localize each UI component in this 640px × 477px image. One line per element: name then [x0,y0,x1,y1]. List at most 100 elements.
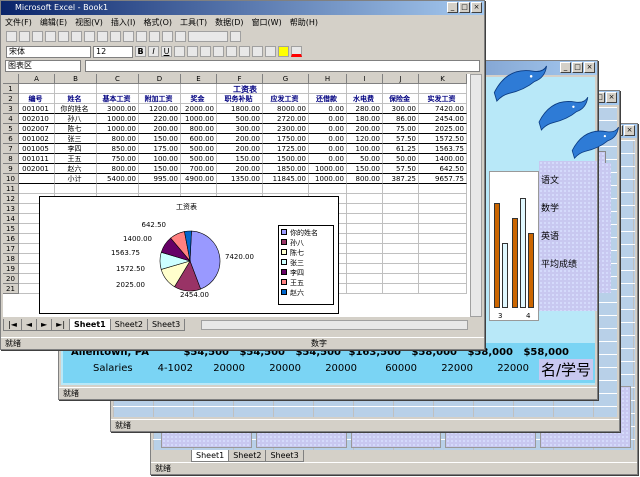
italic-button[interactable]: I [148,46,159,57]
sheet-cell[interactable]: 0.00 [309,144,347,154]
sheet-cell[interactable]: 300.00 [217,124,263,134]
row-header[interactable]: 3 [3,104,19,114]
new-icon[interactable] [6,31,17,42]
chart-object[interactable]: 工资表 7420.00 2454.00 2025.00 1572.50 1563.75 1… [39,196,339,314]
column-header[interactable]: A [19,74,55,84]
sheet-cell[interactable]: 800.00 [181,124,217,134]
row-header[interactable]: 7 [3,144,19,154]
sheet-cell[interactable] [139,84,181,94]
sheet-cell[interactable]: 200.00 [217,144,263,154]
name-box[interactable]: 图表区 [5,60,81,72]
sheet-cell[interactable]: 11845.00 [263,174,309,184]
sheet-cell[interactable]: 水电费 [347,94,383,104]
sheet-cell[interactable]: 还借款 [309,94,347,104]
sheet-cell[interactable]: 002001 [19,164,55,174]
column-header[interactable]: H [309,74,347,84]
sheet-cell[interactable]: 600.00 [181,134,217,144]
worksheet[interactable]: A B C D E F G H I J K 1 2 编号 姓名 基本工资 附加工资 奖金 职务… [3,74,471,317]
sheet-cell[interactable] [419,204,467,214]
sheet-cell[interactable]: 7420.00 [419,104,467,114]
sheet-cell[interactable] [419,254,467,264]
sheet-cell[interactable]: 500.00 [181,144,217,154]
sheet-cell[interactable]: 姓名 [55,94,97,104]
sheet-cell[interactable]: 001005 [19,144,55,154]
sheet-cell[interactable]: 奖金 [181,94,217,104]
row-header[interactable]: 9 [3,164,19,174]
sheet-cell[interactable] [19,184,55,194]
sheet-cell[interactable] [383,244,419,254]
sheet-cell[interactable]: 150.00 [139,164,181,174]
tab-sheet3[interactable]: Sheet3 [146,319,186,331]
help-icon[interactable] [230,31,241,42]
sheet-cell[interactable] [383,234,419,244]
sheet-cell[interactable]: 王五 [55,154,97,164]
sheet-cell[interactable]: 200.00 [217,134,263,144]
row-header[interactable]: 20 [3,274,19,284]
sheet-cell[interactable] [347,184,383,194]
sheet-cell[interactable]: 002010 [19,114,55,124]
sheet-cell[interactable]: 500.00 [217,114,263,124]
row-header[interactable]: 16 [3,234,19,244]
align-left-icon[interactable] [174,46,185,57]
sheet-cell[interactable]: 800.00 [97,164,139,174]
align-center-icon[interactable] [187,46,198,57]
sheet-cell[interactable]: 100.00 [139,154,181,164]
copy-icon[interactable] [97,31,108,42]
sheet-cell[interactable]: 86.00 [383,114,419,124]
sheet-cell[interactable]: 75.00 [383,124,419,134]
cut-icon[interactable] [84,31,95,42]
sheet-cell[interactable] [383,254,419,264]
row-header[interactable]: 12 [3,194,19,204]
sheet-cell[interactable]: 3000.00 [97,104,139,114]
menu-insert[interactable]: 插入(I) [111,17,136,28]
sheet-cell[interactable] [309,84,347,94]
sheet-cell[interactable]: 57.50 [383,164,419,174]
sheet-cell[interactable] [383,84,419,94]
sheet-cell[interactable]: 1800.00 [217,104,263,114]
sheet-cell[interactable] [419,234,467,244]
sheet-cell[interactable]: 0.00 [309,154,347,164]
sheet-cell[interactable] [181,184,217,194]
sheet-cell[interactable]: 61.25 [383,144,419,154]
merge-icon[interactable] [213,46,224,57]
sheet-cell[interactable]: 150.00 [347,164,383,174]
sum-icon[interactable] [149,31,160,42]
spell-icon[interactable] [71,31,82,42]
sheet-cell[interactable] [347,224,383,234]
sheet-cell[interactable]: 0.00 [309,114,347,124]
sheet-cell[interactable]: 1572.50 [419,134,467,144]
sheet-cell[interactable] [347,214,383,224]
sheet-cell[interactable]: 150.00 [217,154,263,164]
open-icon[interactable] [19,31,30,42]
sheet-cell[interactable] [263,184,309,194]
sheet-cell[interactable]: 387.25 [383,174,419,184]
preview-icon[interactable] [58,31,69,42]
sheet-cell[interactable]: 57.50 [383,134,419,144]
sheet-cell[interactable] [347,84,383,94]
sheet-cell[interactable]: 150.00 [139,134,181,144]
tab-scroll-next[interactable]: ► [36,319,53,331]
sheet-cell[interactable]: 5400.00 [97,174,139,184]
sheet-tab[interactable]: Sheet2 [228,450,267,462]
sheet-cell[interactable] [347,264,383,274]
column-header[interactable]: D [139,74,181,84]
sheet-cell[interactable]: 基本工资 [97,94,139,104]
sheet-cell[interactable]: 850.00 [97,144,139,154]
maximize-button[interactable]: □ [572,62,583,73]
sheet-cell[interactable] [97,184,139,194]
sheet-cell[interactable]: 500.00 [181,154,217,164]
tab-scroll-last[interactable]: ►| [51,319,71,331]
row-header[interactable]: 19 [3,264,19,274]
sheet-cell[interactable]: 001011 [19,154,55,164]
column-header[interactable]: E [181,74,217,84]
sheet-cell[interactable]: 附加工资 [139,94,181,104]
sheet-cell[interactable] [419,84,467,94]
sheet-cell[interactable] [19,84,55,94]
sheet-cell[interactable] [383,264,419,274]
minimize-button[interactable]: _ [560,62,571,73]
sheet-cell[interactable]: 800.00 [347,174,383,184]
sheet-cell[interactable]: 职务补贴 [217,94,263,104]
sheet-cell[interactable]: 1350.00 [217,174,263,184]
sheet-cell[interactable] [309,184,347,194]
sheet-tab[interactable]: Sheet1 [191,450,230,462]
